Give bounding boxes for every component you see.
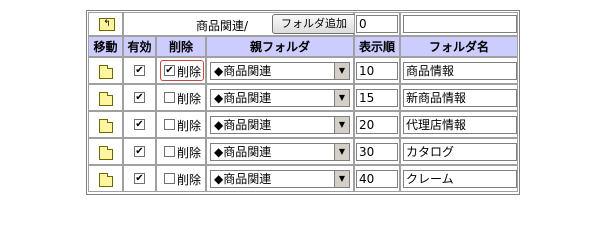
display-order-input[interactable]: 10 — [356, 62, 398, 80]
chevron-down-icon[interactable]: ▼ — [334, 144, 349, 160]
enabled-cell: ✔ — [123, 111, 156, 138]
parent-folder-value: ◆商品関連 — [214, 118, 272, 132]
add-folder-button[interactable]: フォルダ追加 — [272, 14, 356, 34]
up-folder-cell: ↰ — [88, 12, 123, 36]
delete-checkbox[interactable] — [164, 146, 175, 157]
chevron-down-icon[interactable]: ▼ — [334, 171, 349, 187]
display-order-input[interactable]: 40 — [356, 170, 398, 188]
chevron-down-icon[interactable]: ▼ — [334, 117, 349, 133]
chevron-down-icon[interactable]: ▼ — [334, 90, 349, 106]
folder-name-input[interactable]: 代理店情報 — [403, 116, 517, 134]
parent-folder-cell: ◆商品関連 ▼ — [206, 84, 354, 111]
folder-icon[interactable] — [99, 173, 113, 187]
header-display-order: 表示順 — [354, 36, 400, 57]
order-cell: 30 — [354, 138, 400, 165]
folder-icon[interactable] — [99, 119, 113, 133]
delete-cell: 削除 — [156, 165, 206, 192]
name-cell: 新商品情報 — [400, 84, 518, 111]
header-parent-folder: 親フォルダ — [206, 36, 354, 57]
delete-label: 削除 — [177, 65, 202, 79]
move-cell — [88, 84, 123, 111]
delete-cell: 削除 — [156, 111, 206, 138]
folder-name-input[interactable]: 商品情報 — [403, 62, 517, 80]
enabled-checkbox[interactable]: ✔ — [134, 92, 145, 103]
parent-folder-cell: ◆商品関連 ▼ — [206, 138, 354, 165]
enabled-checkbox[interactable]: ✔ — [134, 173, 145, 184]
chevron-down-icon[interactable]: ▼ — [334, 63, 349, 79]
header-delete: 削除 — [156, 36, 206, 57]
header-move: 移動 — [88, 36, 123, 57]
folder-icon[interactable] — [99, 146, 113, 160]
up-folder-icon[interactable]: ↰ — [99, 18, 115, 31]
delete-cell: ✔ 削除 — [156, 57, 206, 84]
delete-checkbox[interactable] — [164, 173, 175, 184]
name-cell: カタログ — [400, 138, 518, 165]
delete-label: 削除 — [177, 92, 202, 106]
breadcrumb-cell: 商品関連/ フォルダ追加 — [123, 12, 356, 36]
folder-name-input[interactable]: カタログ — [403, 143, 517, 161]
folder-icon[interactable] — [99, 92, 113, 106]
display-order-input[interactable]: 15 — [356, 89, 398, 107]
move-cell — [88, 111, 123, 138]
order-cell: 40 — [354, 165, 400, 192]
delete-checkbox[interactable]: ✔ — [164, 65, 175, 76]
move-cell — [88, 138, 123, 165]
delete-cell: 削除 — [156, 84, 206, 111]
delete-label: 削除 — [177, 173, 202, 187]
enabled-cell: ✔ — [123, 138, 156, 165]
order-cell: 10 — [354, 57, 400, 84]
folder-name-input[interactable]: クレーム — [403, 170, 517, 188]
parent-folder-select[interactable]: ◆商品関連 ▼ — [210, 116, 350, 134]
parent-folder-value: ◆商品関連 — [214, 172, 272, 186]
parent-folder-value: ◆商品関連 — [214, 145, 272, 159]
header-folder-name: フォルダ名 — [400, 36, 518, 57]
folder-icon[interactable] — [99, 65, 113, 79]
header-enabled: 有効 — [123, 36, 156, 57]
breadcrumb: 商品関連/ — [196, 19, 249, 33]
parent-folder-select[interactable]: ◆商品関連 ▼ — [210, 62, 350, 80]
parent-folder-select[interactable]: ◆商品関連 ▼ — [210, 143, 350, 161]
order-cell: 20 — [354, 111, 400, 138]
order-cell: 15 — [354, 84, 400, 111]
parent-folder-select[interactable]: ◆商品関連 ▼ — [210, 89, 350, 107]
folder-name-input[interactable]: 新商品情報 — [403, 89, 517, 107]
enabled-cell: ✔ — [123, 165, 156, 192]
name-cell: クレーム — [400, 165, 518, 192]
parent-folder-cell: ◆商品関連 ▼ — [206, 57, 354, 84]
new-order-input[interactable]: 0 — [356, 15, 398, 33]
enabled-cell: ✔ — [123, 84, 156, 111]
move-cell — [88, 165, 123, 192]
parent-folder-value: ◆商品関連 — [214, 64, 272, 78]
display-order-input[interactable]: 30 — [356, 143, 398, 161]
new-name-cell — [400, 12, 518, 36]
parent-folder-select[interactable]: ◆商品関連 ▼ — [210, 170, 350, 188]
new-folder-name-input[interactable] — [403, 15, 517, 33]
display-order-input[interactable]: 20 — [356, 116, 398, 134]
delete-label: 削除 — [177, 146, 202, 160]
enabled-checkbox[interactable]: ✔ — [134, 146, 145, 157]
enabled-checkbox[interactable]: ✔ — [134, 119, 145, 130]
delete-cell: 削除 — [156, 138, 206, 165]
move-cell — [88, 57, 123, 84]
parent-folder-value: ◆商品関連 — [214, 91, 272, 105]
delete-label: 削除 — [177, 119, 202, 133]
folder-table: ↰ 商品関連/ フォルダ追加 0 移動 有効 削除 親フォルダ 表示順 フォルダ… — [86, 10, 520, 195]
enabled-checkbox[interactable]: ✔ — [134, 65, 145, 76]
enabled-cell: ✔ — [123, 57, 156, 84]
new-order-cell: 0 — [354, 12, 400, 36]
name-cell: 商品情報 — [400, 57, 518, 84]
parent-folder-cell: ◆商品関連 ▼ — [206, 111, 354, 138]
name-cell: 代理店情報 — [400, 111, 518, 138]
parent-folder-cell: ◆商品関連 ▼ — [206, 165, 354, 192]
delete-checkbox[interactable] — [164, 92, 175, 103]
delete-checkbox[interactable] — [164, 119, 175, 130]
